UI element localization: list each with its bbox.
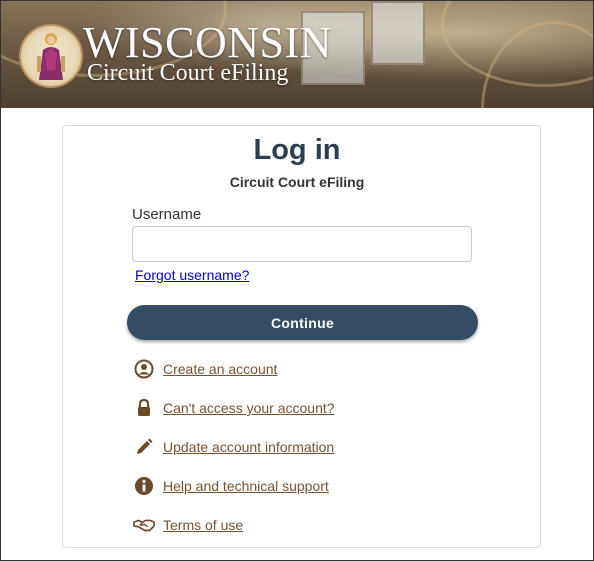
username-label: Username <box>132 206 202 223</box>
user-circle-icon <box>133 358 155 380</box>
terms-of-use-link[interactable]: Terms of use <box>133 514 243 536</box>
header-banner: WISCONSIN Circuit Court eFiling <box>1 1 593 108</box>
link-label[interactable]: Update account information <box>163 439 334 455</box>
banner-subtitle: Circuit Court eFiling <box>87 60 289 86</box>
update-account-info-link[interactable]: Update account information <box>133 436 334 458</box>
continue-button[interactable]: Continue <box>127 305 478 340</box>
handshake-icon <box>133 514 155 536</box>
banner-window <box>371 1 425 65</box>
info-circle-icon <box>133 475 155 497</box>
create-account-link[interactable]: Create an account <box>133 358 277 380</box>
lock-icon <box>133 397 155 419</box>
pencil-icon <box>133 436 155 458</box>
cant-access-account-link[interactable]: Can't access your account? <box>133 397 335 419</box>
forgot-username-link[interactable]: Forgot username? <box>135 267 249 283</box>
link-label[interactable]: Create an account <box>163 361 277 377</box>
banner-arch <box>441 1 593 87</box>
help-support-link[interactable]: Help and technical support <box>133 475 329 497</box>
seal-figure-icon <box>37 33 65 80</box>
link-label[interactable]: Terms of use <box>163 517 243 533</box>
page-title: Log in <box>253 134 341 166</box>
link-label[interactable]: Help and technical support <box>163 478 329 494</box>
page-subtitle: Circuit Court eFiling <box>229 174 365 190</box>
username-input[interactable] <box>132 226 472 262</box>
link-label[interactable]: Can't access your account? <box>163 400 335 416</box>
wisconsin-seal-logo <box>19 24 83 88</box>
